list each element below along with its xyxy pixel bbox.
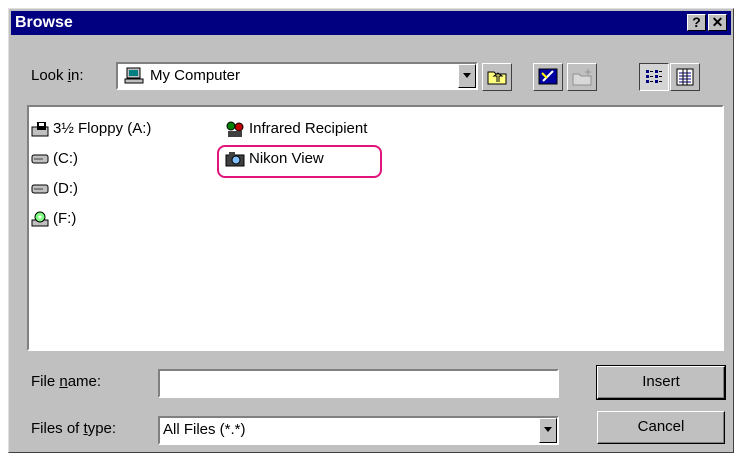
- window-title: Browse: [15, 14, 73, 31]
- files-of-type-dropdown[interactable]: All Files (*.*): [158, 416, 559, 445]
- insert-button[interactable]: Insert: [596, 365, 726, 400]
- file-list[interactable]: 3½ Floppy (A:) (C:) (D:) (F:) Infrared R…: [27, 105, 724, 351]
- file-name-label: File name:: [31, 373, 102, 390]
- floppy-drive-icon: [31, 122, 49, 137]
- browse-dialog: Browse ? ✕ Look in: My Computer 3½ Flopp…: [8, 8, 734, 453]
- files-of-type-value: All Files (*.*): [163, 421, 246, 438]
- up-folder-icon: [487, 71, 507, 85]
- details-view-button[interactable]: [670, 63, 700, 91]
- close-button[interactable]: ✕: [708, 14, 727, 31]
- list-item-floppy[interactable]: 3½ Floppy (A:): [31, 120, 151, 140]
- look-in-value: My Computer: [150, 67, 241, 84]
- list-view-icon: [646, 70, 662, 83]
- up-one-level-button[interactable]: [482, 63, 512, 91]
- cdrom-drive-icon: [31, 211, 49, 227]
- list-item-drive-c[interactable]: (C:): [31, 150, 78, 170]
- title-bar[interactable]: Browse ? ✕: [11, 11, 731, 35]
- file-name-input[interactable]: [158, 369, 559, 398]
- cancel-button[interactable]: Cancel: [597, 411, 725, 444]
- details-view-icon: [676, 68, 694, 86]
- hard-drive-icon: [31, 184, 49, 194]
- hard-drive-icon: [31, 154, 49, 164]
- infrared-icon: [226, 121, 244, 138]
- desktop-icon: [538, 68, 558, 85]
- my-computer-icon: [124, 67, 144, 84]
- desktop-button[interactable]: [533, 63, 563, 91]
- chevron-down-icon[interactable]: [539, 418, 557, 443]
- list-item-infrared-recipient[interactable]: Infrared Recipient: [225, 120, 367, 140]
- chevron-down-icon[interactable]: [458, 64, 476, 88]
- nikon-view-highlight: [217, 145, 382, 178]
- list-view-button[interactable]: [639, 63, 669, 91]
- new-folder-icon: [572, 68, 592, 86]
- new-folder-button[interactable]: [567, 63, 597, 91]
- look-in-label: Look in:: [31, 67, 84, 84]
- files-of-type-label: Files of type:: [31, 420, 117, 437]
- help-button[interactable]: ?: [687, 14, 706, 31]
- look-in-dropdown[interactable]: My Computer: [116, 62, 478, 90]
- list-item-drive-f[interactable]: (F:): [31, 210, 76, 230]
- list-item-drive-d[interactable]: (D:): [31, 180, 78, 200]
